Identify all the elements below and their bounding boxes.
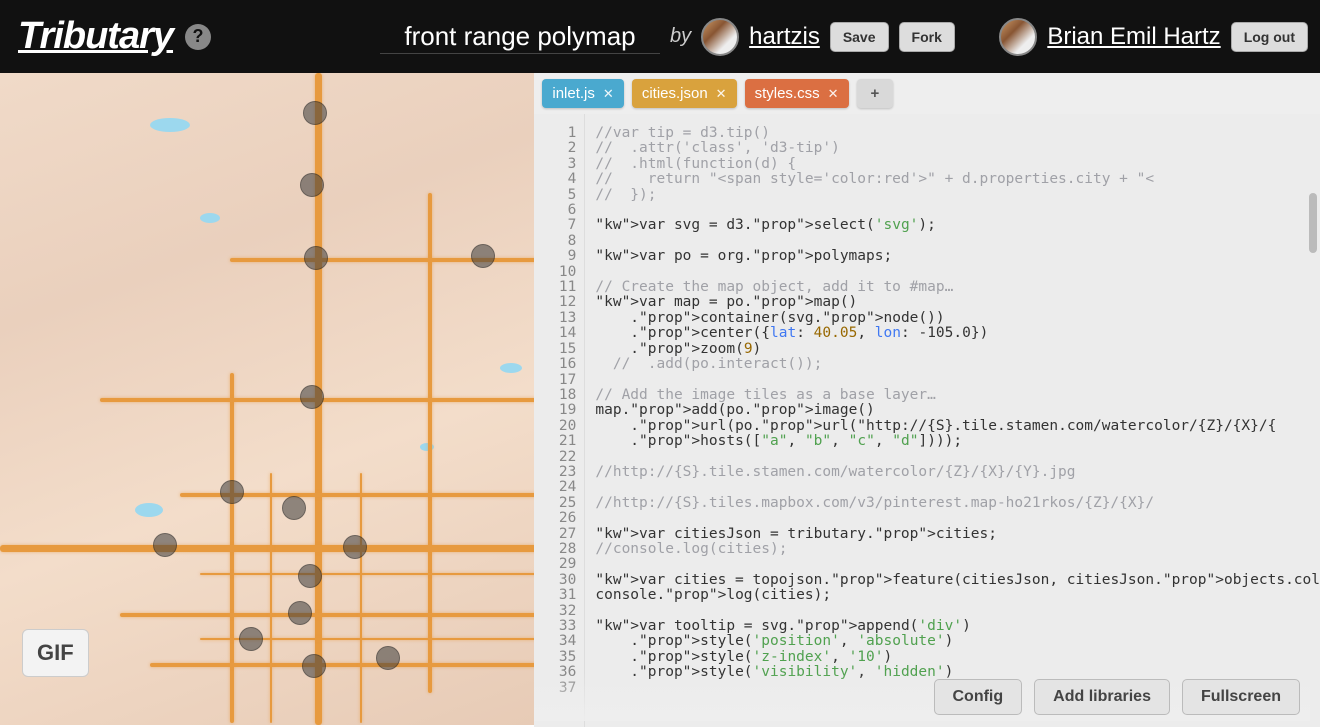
config-button[interactable]: Config	[934, 679, 1023, 715]
city-dot[interactable]	[282, 496, 306, 520]
tab-label: styles.css	[755, 85, 820, 102]
top-bar: Tributary ? by hartzis Save Fork Brian E…	[0, 0, 1320, 73]
road	[120, 613, 534, 617]
logout-button[interactable]: Log out	[1231, 22, 1308, 52]
tab-styles-css[interactable]: styles.css ✕	[745, 79, 849, 108]
city-dot[interactable]	[300, 173, 324, 197]
road	[150, 663, 534, 667]
line-gutter: 1 2 3 4 5 6 7 8 9 10 11 12 13 14 15 16 1…	[534, 114, 584, 727]
close-icon[interactable]: ✕	[828, 86, 839, 102]
city-dot[interactable]	[153, 533, 177, 557]
fullscreen-button[interactable]: Fullscreen	[1182, 679, 1300, 715]
tab-inlet-js[interactable]: inlet.js ✕	[542, 79, 623, 108]
city-dot[interactable]	[376, 646, 400, 670]
close-icon[interactable]: ✕	[716, 86, 727, 102]
document-title-input[interactable]	[380, 20, 660, 54]
road	[200, 573, 534, 575]
footer-bar: Config Add libraries Fullscreen	[534, 673, 1310, 721]
map-panel[interactable]: GIF	[0, 73, 534, 725]
user-avatar[interactable]	[999, 18, 1037, 56]
code-editor[interactable]: 1 2 3 4 5 6 7 8 9 10 11 12 13 14 15 16 1…	[534, 114, 1320, 727]
user-link[interactable]: Brian Emil Hartz	[1047, 23, 1220, 51]
tab-cities-json[interactable]: cities.json ✕	[632, 79, 737, 108]
city-dot[interactable]	[303, 101, 327, 125]
tab-label: cities.json	[642, 85, 708, 102]
city-dot[interactable]	[471, 244, 495, 268]
gif-button[interactable]: GIF	[22, 629, 89, 677]
close-icon[interactable]: ✕	[603, 86, 614, 102]
author-block: by hartzis Save Fork	[670, 18, 955, 56]
editor-panel: inlet.js ✕ cities.json ✕ styles.css ✕ + …	[534, 73, 1320, 727]
code-content[interactable]: //var tip = d3.tip() // .attr('class', '…	[584, 114, 1320, 727]
add-libraries-button[interactable]: Add libraries	[1034, 679, 1170, 715]
user-block: Brian Emil Hartz Log out	[999, 18, 1308, 56]
fork-button[interactable]: Fork	[899, 22, 955, 52]
city-dot[interactable]	[220, 480, 244, 504]
city-dot[interactable]	[343, 535, 367, 559]
save-button[interactable]: Save	[830, 22, 889, 52]
city-dot[interactable]	[304, 246, 328, 270]
city-dot[interactable]	[302, 654, 326, 678]
city-dot[interactable]	[239, 627, 263, 651]
help-icon[interactable]: ?	[185, 24, 211, 50]
tab-label: inlet.js	[552, 85, 595, 102]
author-avatar[interactable]	[701, 18, 739, 56]
city-dot[interactable]	[288, 601, 312, 625]
tab-bar: inlet.js ✕ cities.json ✕ styles.css ✕ +	[534, 73, 1320, 114]
main-area: GIF inlet.js ✕ cities.json ✕ styles.css …	[0, 73, 1320, 727]
add-tab-button[interactable]: +	[857, 79, 894, 108]
road	[360, 473, 362, 723]
road	[270, 473, 272, 723]
road	[0, 545, 534, 552]
road	[428, 193, 432, 693]
author-link[interactable]: hartzis	[749, 23, 820, 51]
city-dot[interactable]	[298, 564, 322, 588]
scrollbar[interactable]	[1309, 193, 1317, 253]
city-dot[interactable]	[300, 385, 324, 409]
logo[interactable]: Tributary	[18, 15, 173, 58]
by-label: by	[670, 25, 691, 48]
